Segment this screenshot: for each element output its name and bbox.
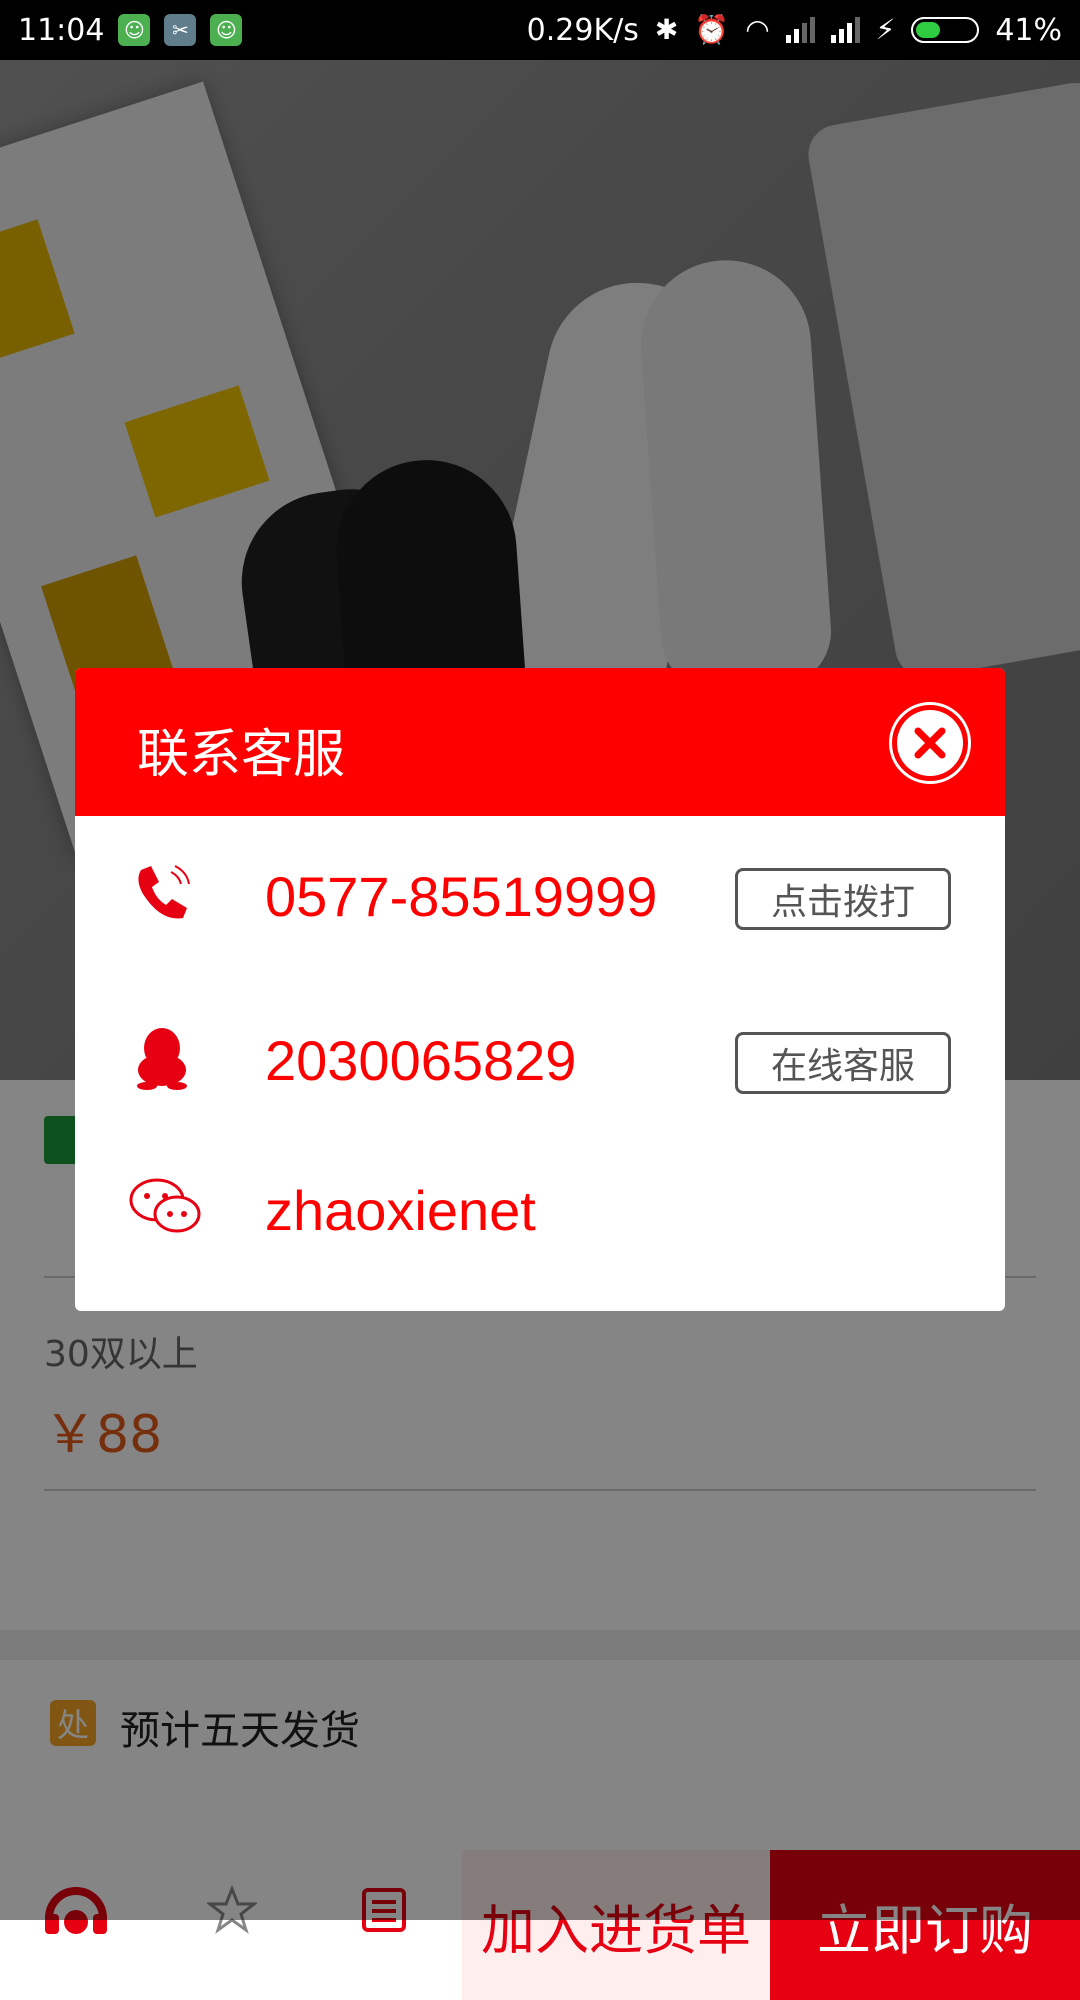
status-time: 11:04 xyxy=(18,12,105,48)
phone-icon xyxy=(127,860,197,930)
close-icon xyxy=(897,710,963,776)
qq-number: 2030065829 xyxy=(265,1029,577,1092)
battery-icon xyxy=(911,17,980,43)
call-button[interactable]: 点击拨打 xyxy=(735,868,951,930)
contact-service-dialog: 联系客服 0577-85519999 点击拨打 2030065829 在线客服 … xyxy=(75,668,1005,1311)
android-app-icon-2: ☺ xyxy=(210,14,243,46)
bluetooth-icon: ✱ xyxy=(654,13,679,46)
battery-percent: 41% xyxy=(995,12,1062,48)
scissors-app-icon: ✂ xyxy=(164,14,197,46)
phone-number: 0577-85519999 xyxy=(265,865,658,928)
status-bar: 11:04 ☺ ✂ ☺ 0.29K/s ✱ ⏰ ◠ ⚡ 41% xyxy=(0,0,1080,60)
android-app-icon: ☺ xyxy=(118,14,151,46)
wechat-id: zhaoxienet xyxy=(265,1179,536,1242)
online-service-button[interactable]: 在线客服 xyxy=(735,1032,951,1094)
qq-row: 2030065829 在线客服 xyxy=(75,1002,1005,1122)
wifi-icon: ◠ xyxy=(745,13,770,46)
dialog-title: 联系客服 xyxy=(137,725,346,785)
phone-row: 0577-85519999 点击拨打 xyxy=(75,838,1005,958)
alarm-icon: ⏰ xyxy=(694,13,730,46)
charging-icon: ⚡ xyxy=(875,13,896,46)
dialog-header: 联系客服 xyxy=(75,668,1005,816)
qq-penguin-icon xyxy=(127,1024,197,1094)
signal-icon xyxy=(785,17,815,43)
wechat-icon xyxy=(127,1174,201,1244)
close-button[interactable] xyxy=(889,702,971,784)
signal-icon-2 xyxy=(830,17,860,43)
net-speed: 0.29K/s xyxy=(526,12,639,48)
wechat-row: zhaoxienet xyxy=(75,1152,1005,1272)
